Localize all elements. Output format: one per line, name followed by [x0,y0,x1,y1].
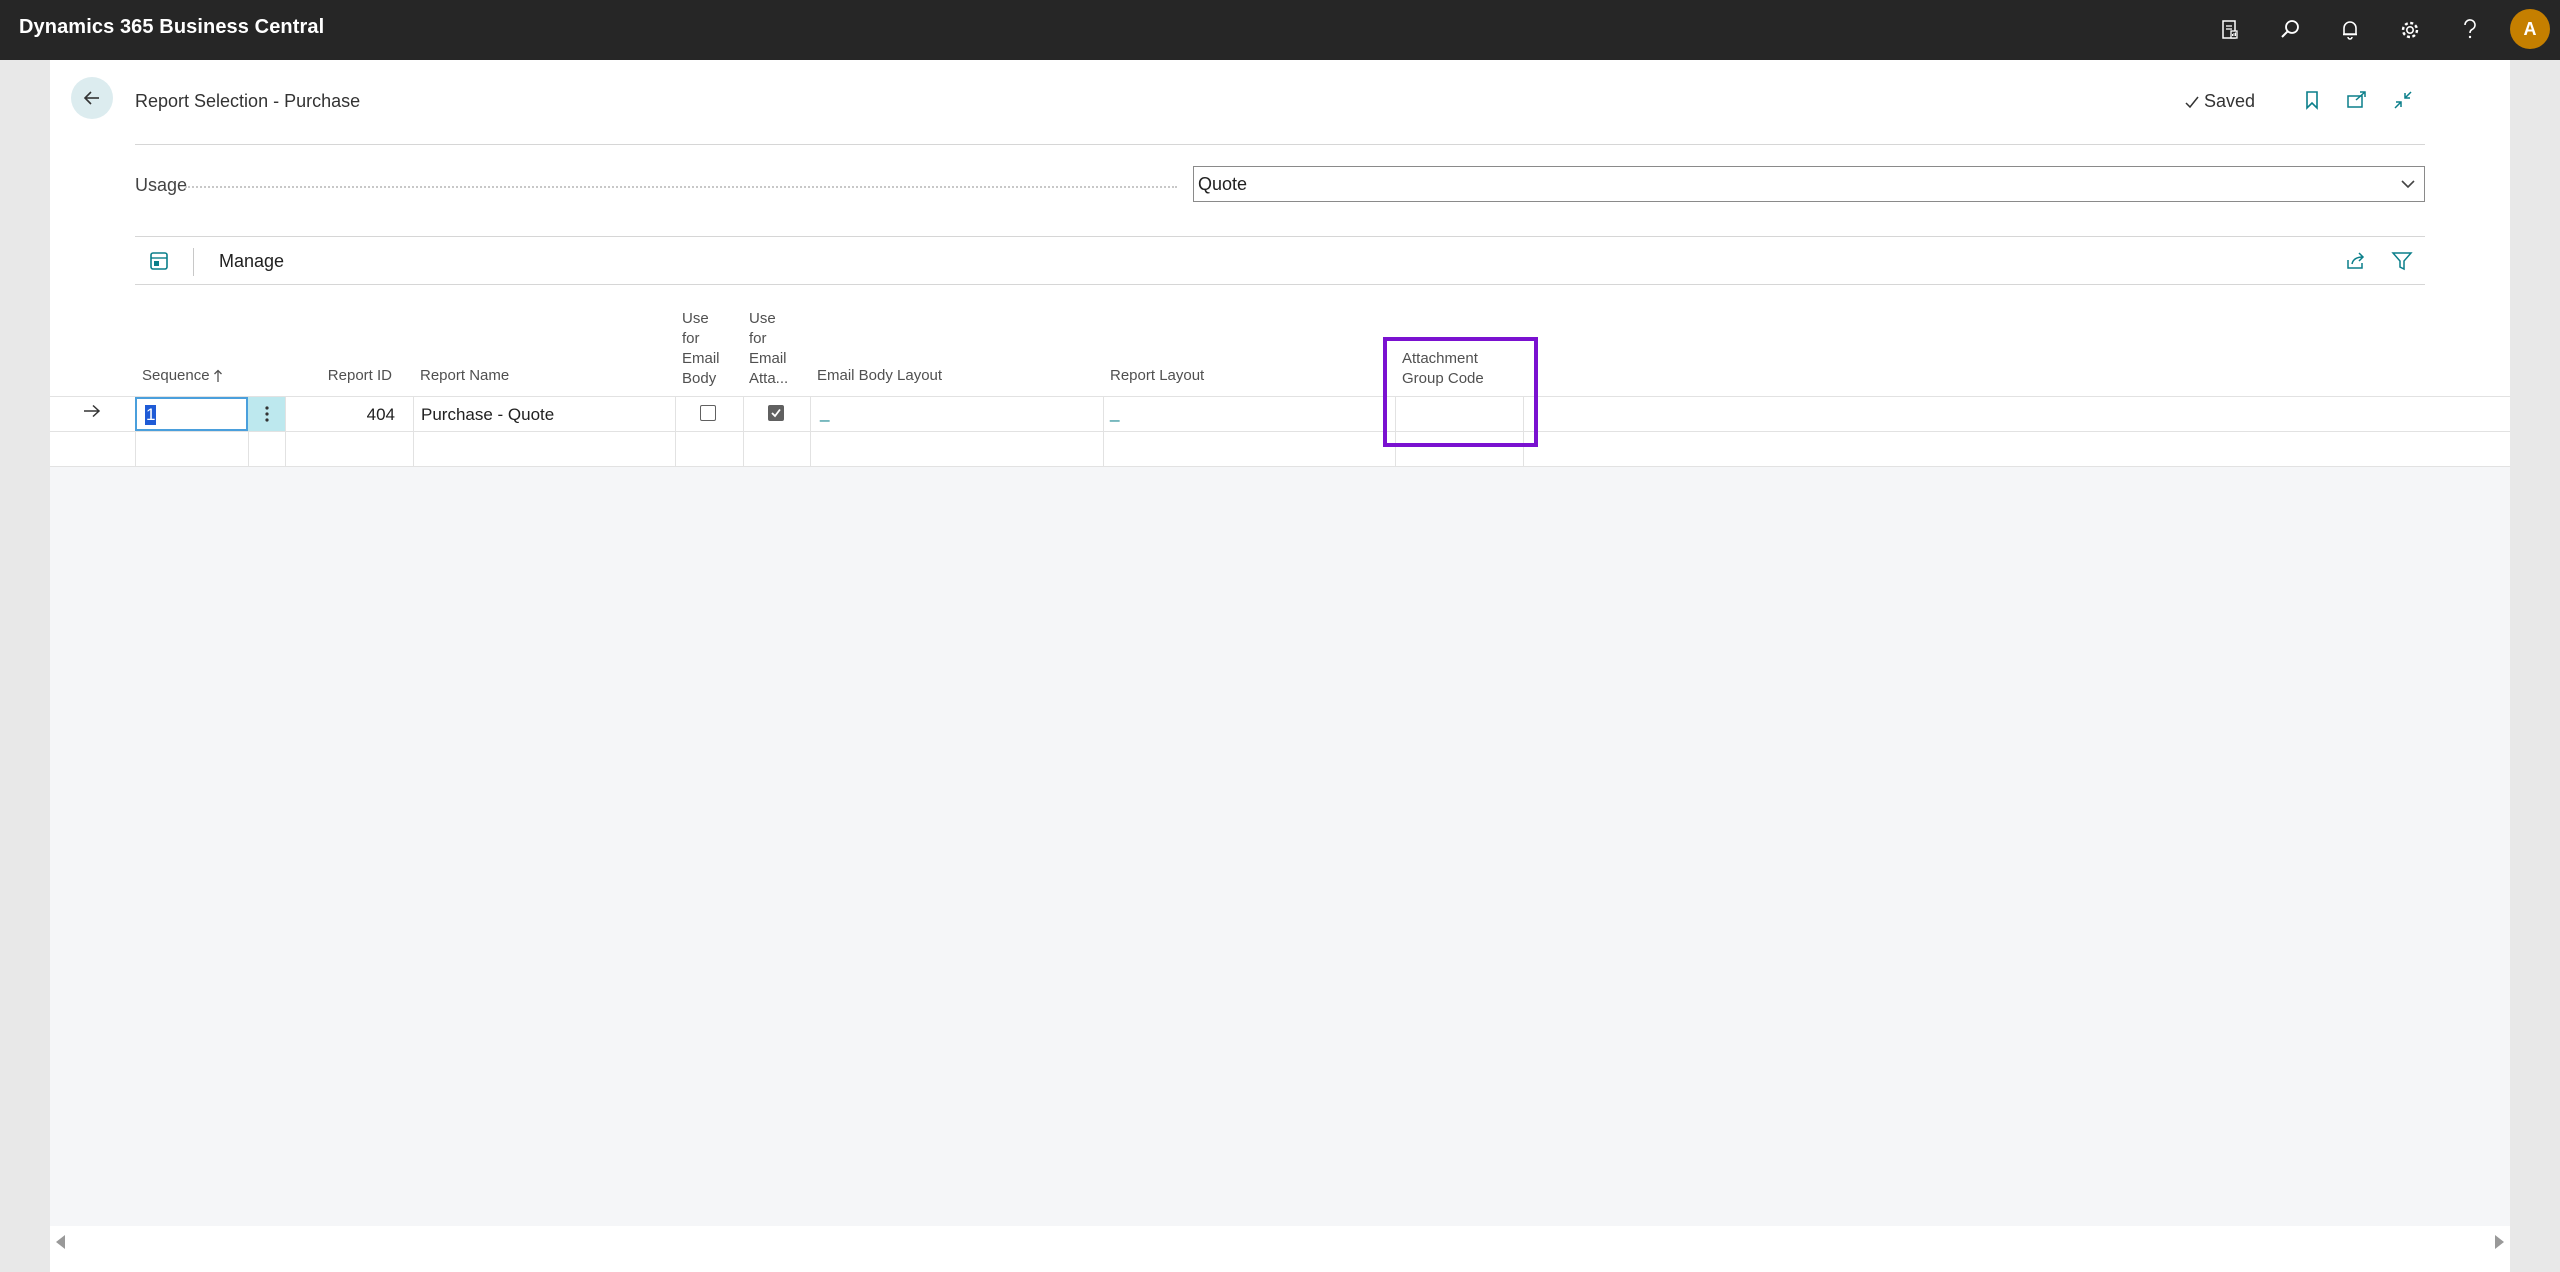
horizontal-scrollbar[interactable] [50,1226,2510,1254]
column-header-report-id[interactable]: Report ID [300,366,392,386]
filter-icon[interactable] [2389,248,2415,274]
column-header-report-layout[interactable]: Report Layout [1110,366,1204,386]
column-header-email-body-layout[interactable]: Email Body Layout [817,366,942,386]
attachment-group-code-highlight [1383,337,1538,447]
column-header-use-email-body[interactable]: Use for Email Body [682,309,720,389]
chevron-down-icon [2401,180,2415,189]
usage-dotted-leader [185,186,1177,188]
avatar[interactable]: A [2510,9,2550,49]
cell-divider [675,396,676,466]
cell-divider [1103,396,1104,466]
saved-status: Saved [2184,91,2255,112]
cell-divider [285,396,286,466]
manage-button[interactable]: Manage [219,251,284,272]
use-email-attachment-checkbox[interactable] [768,405,784,421]
use-email-body-checkbox[interactable] [700,405,716,421]
grid-empty-area [50,466,2510,1226]
column-header-sequence-label: Sequence [142,367,210,384]
new-document-icon[interactable] [148,250,170,272]
current-row-arrow-icon [82,404,102,423]
row-divider [50,431,2510,432]
app-title[interactable]: Dynamics 365 Business Central [19,16,324,39]
arrow-left-icon [83,91,99,105]
row-divider [50,466,2510,467]
cell-divider [810,396,811,466]
row-divider [50,396,2510,397]
cell-divider [743,396,744,466]
sequence-input[interactable]: 1 [135,397,248,431]
scroll-left-icon[interactable] [56,1235,65,1249]
back-button[interactable] [71,77,113,119]
column-header-use-email-attachment[interactable]: Use for Email Atta... [749,309,788,389]
help-icon[interactable] [2455,15,2485,45]
sequence-value: 1 [145,405,157,425]
toolbar-bottom-divider [135,284,2425,285]
gear-icon[interactable] [2395,15,2425,45]
column-header-sequence[interactable]: Sequence [142,366,223,386]
usage-label: Usage [135,175,188,195]
row-actions-button[interactable] [248,397,285,431]
report-id-cell[interactable]: 404 [300,405,395,425]
page-title: Report Selection - Purchase [135,91,361,111]
column-header-report-name[interactable]: Report Name [420,366,509,386]
open-new-window-icon[interactable] [2344,87,2370,113]
toolbar-top-divider [135,236,2425,237]
top-bar: Dynamics 365 Business Central A [0,0,2560,60]
usage-select-value: Quote [1198,174,1248,194]
scroll-right-icon[interactable] [2495,1235,2504,1249]
report-layout-lookup[interactable]: _ [1110,403,1119,423]
usage-select[interactable]: Quote [1193,166,2425,202]
search-icon[interactable] [2275,15,2305,45]
share-icon[interactable] [2343,248,2369,274]
cell-divider [413,396,414,466]
more-vertical-icon [264,406,269,422]
report-icon[interactable] [2215,15,2245,45]
bell-icon[interactable] [2335,15,2365,45]
header-divider [135,144,2425,145]
collapse-icon[interactable] [2390,87,2416,113]
toolbar-separator [193,248,194,276]
checkmark-icon [2185,96,2199,108]
checkmark-icon [771,408,781,418]
email-body-layout-lookup[interactable]: _ [820,403,829,423]
report-name-cell[interactable]: Purchase - Quote [421,405,554,425]
bookmark-icon[interactable] [2299,87,2325,113]
saved-label: Saved [2204,91,2256,111]
sort-ascending-icon [213,369,222,382]
